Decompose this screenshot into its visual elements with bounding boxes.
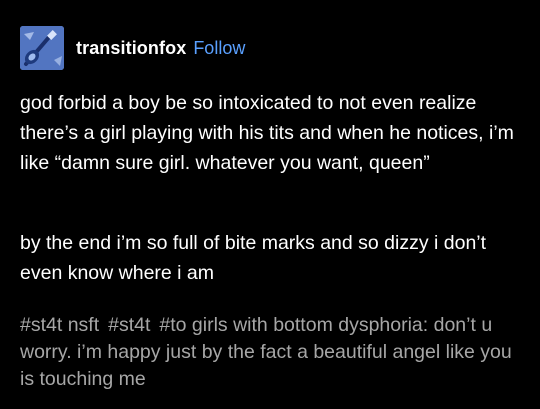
- guitar-avatar-icon: [20, 26, 64, 70]
- tag-link[interactable]: #st4t: [108, 314, 150, 336]
- tumblr-post: transitionfox Follow god forbid a boy be…: [0, 0, 540, 409]
- author-avatar[interactable]: [20, 26, 64, 70]
- post-paragraph: by the end i’m so full of bite marks and…: [20, 232, 487, 284]
- post-paragraph: god forbid a boy be so intoxicated to no…: [20, 92, 514, 174]
- follow-button[interactable]: Follow: [193, 38, 245, 59]
- post-tags: #st4t nsft #st4t #to girls with bottom dys…: [20, 312, 518, 393]
- tag-link[interactable]: #st4t nsft: [20, 314, 99, 336]
- author-username[interactable]: transitionfox: [76, 38, 186, 59]
- post-header: transitionfox Follow: [20, 26, 245, 70]
